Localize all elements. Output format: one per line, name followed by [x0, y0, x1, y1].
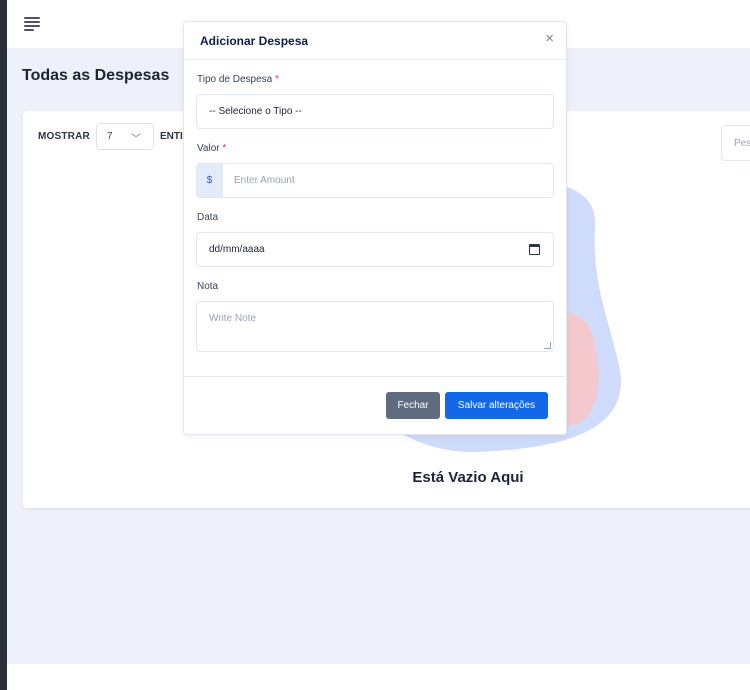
menu-icon[interactable] [24, 17, 40, 31]
expense-type-label: Tipo de Despesa * [197, 74, 279, 85]
save-changes-button[interactable]: Salvar alterações [445, 392, 548, 419]
empty-state-text: Está Vazio Aqui [412, 469, 524, 486]
modal-footer-divider [184, 376, 566, 377]
expense-type-select[interactable]: -- Selecione o Tipo -- [196, 94, 554, 129]
expense-type-label-text: Tipo de Despesa [197, 74, 273, 85]
close-icon[interactable]: × [545, 31, 554, 47]
amount-field[interactable]: $ Enter Amount [196, 163, 554, 198]
close-button[interactable]: Fechar [386, 392, 440, 419]
date-label: Data [197, 212, 219, 223]
date-field[interactable]: dd/mm/aaaa [196, 232, 554, 267]
page-title: Todas as Despesas [22, 67, 170, 84]
note-placeholder: Write Note [209, 313, 257, 324]
footer [7, 664, 750, 690]
amount-label-text: Valor [197, 143, 220, 154]
resize-handle[interactable] [544, 342, 551, 349]
amount-label: Valor * [197, 143, 226, 154]
note-textarea[interactable]: Write Note [196, 301, 554, 352]
currency-prefix: $ [197, 164, 223, 197]
note-label: Nota [197, 281, 219, 292]
amount-placeholder: Enter Amount [234, 175, 295, 186]
add-expense-modal: Adicionar Despesa × Tipo de Despesa * --… [183, 21, 567, 435]
required-mark: * [275, 74, 279, 85]
date-value: dd/mm/aaaa [209, 244, 265, 255]
required-mark: * [222, 143, 227, 154]
modal-header: Adicionar Despesa × [184, 22, 566, 60]
calendar-icon[interactable] [529, 244, 540, 255]
modal-title: Adicionar Despesa [200, 34, 309, 48]
